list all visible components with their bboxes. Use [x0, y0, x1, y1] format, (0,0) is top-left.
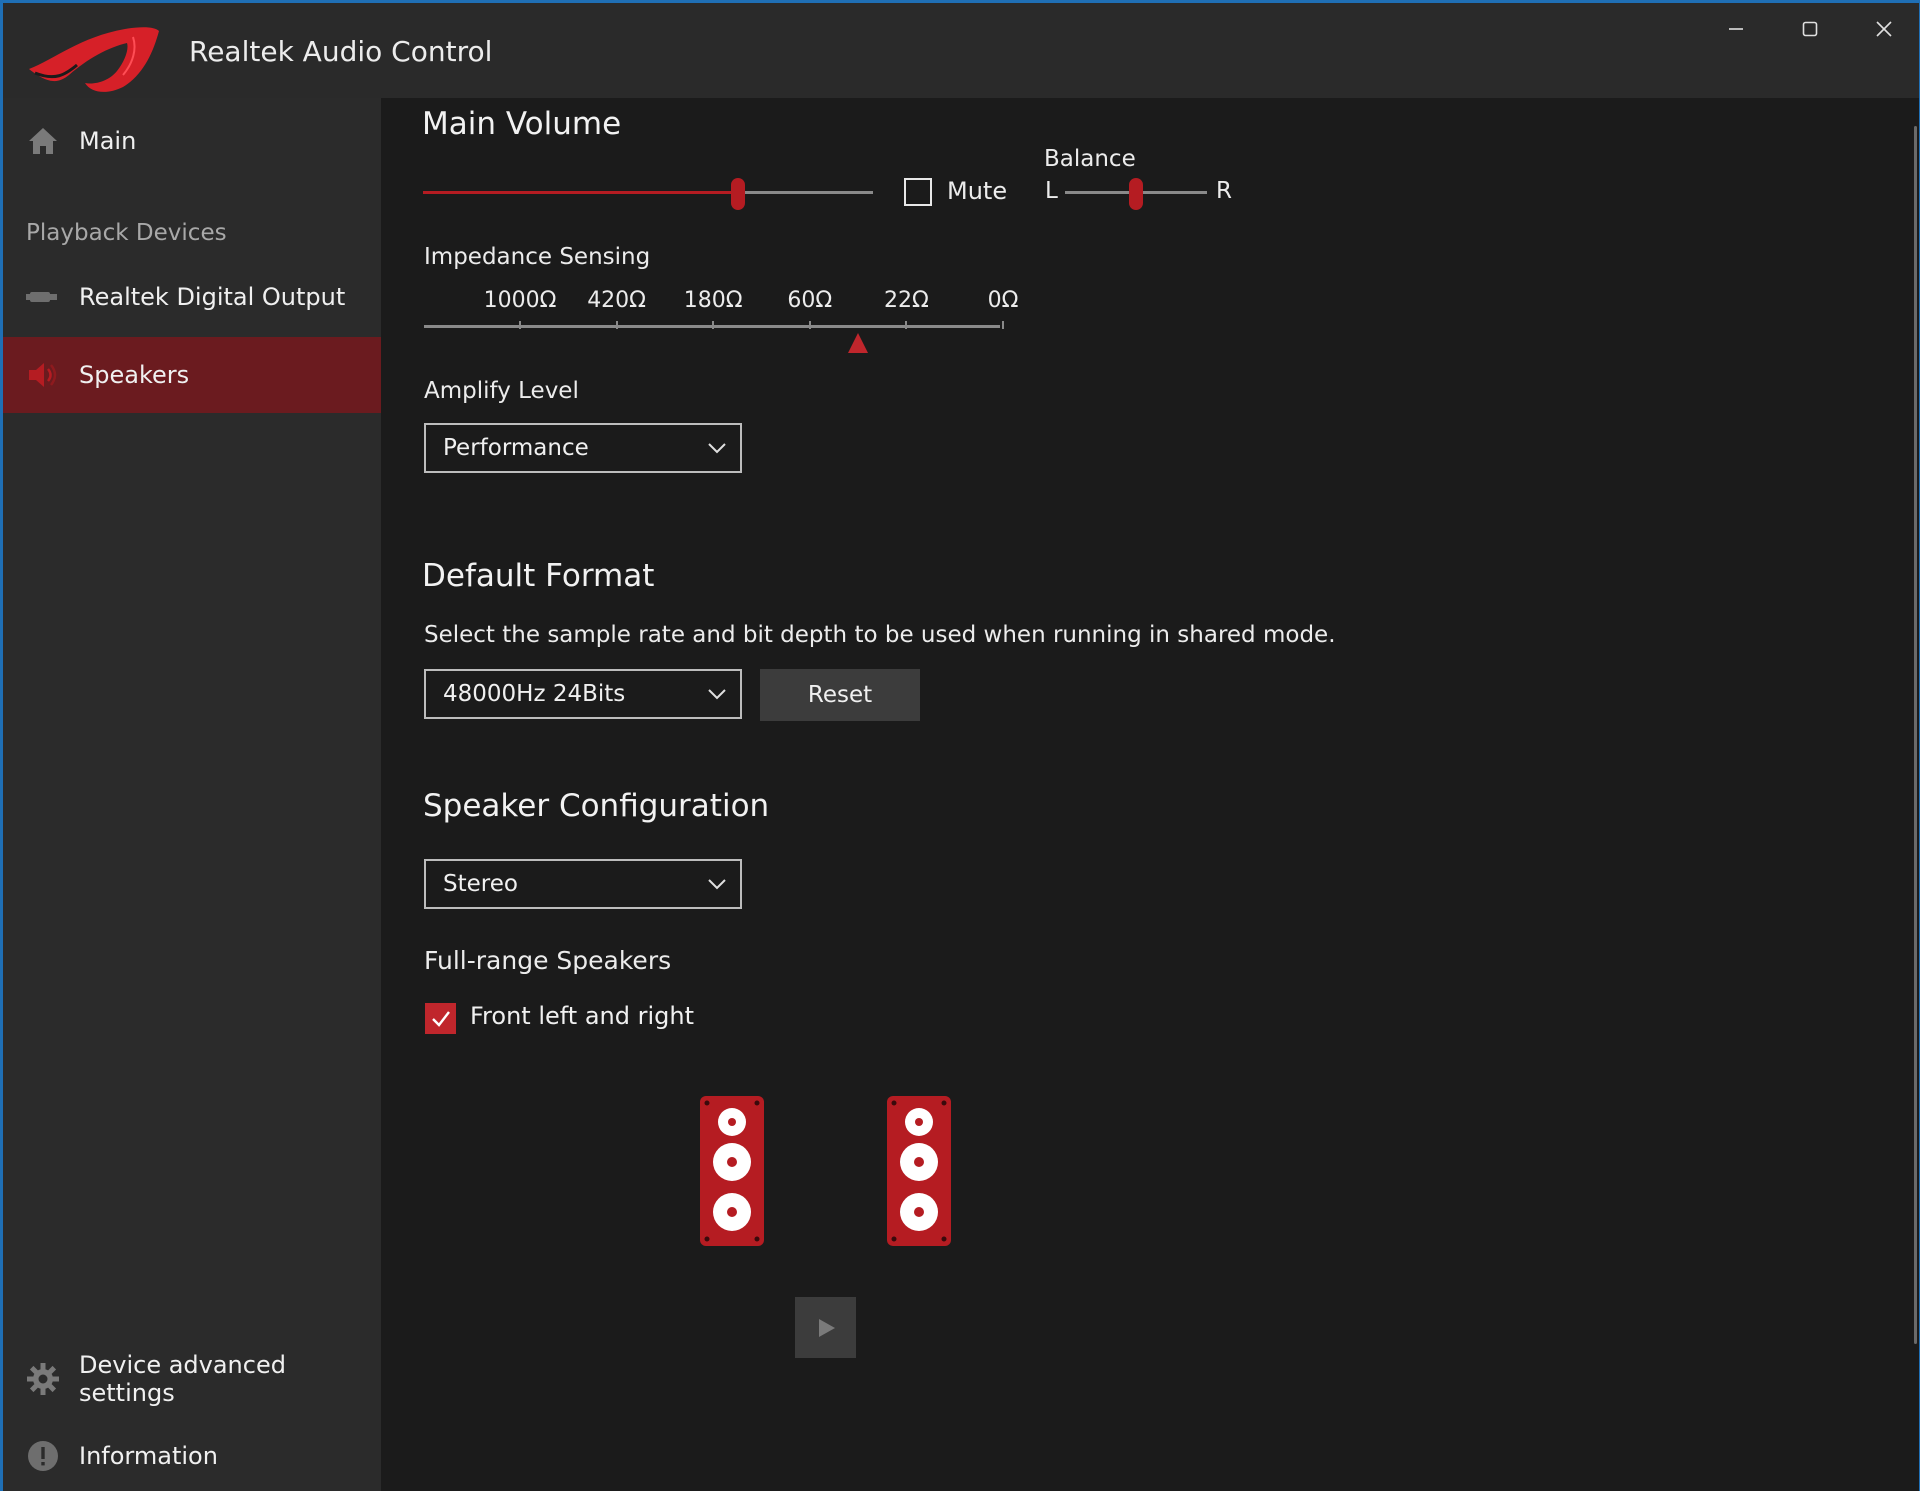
amplify-level-value: Performance [443, 435, 589, 461]
vertical-scrollbar[interactable] [1914, 126, 1917, 1344]
digital-output-icon [26, 292, 57, 302]
impedance-tick-label: 1000Ω [483, 288, 557, 313]
default-format-description: Select the sample rate and bit depth to … [424, 622, 1336, 648]
amplify-level-dropdown[interactable]: Performance [424, 423, 742, 473]
main-volume-slider[interactable] [423, 178, 873, 210]
impedance-marker-icon [848, 333, 869, 353]
checkmark-icon [431, 1010, 450, 1027]
sidebar-item-label: Device advanced settings [79, 1351, 286, 1407]
sidebar-item-label: Main [79, 127, 137, 155]
minimize-button[interactable] [1700, 3, 1772, 55]
sidebar-item-label: Realtek Digital Output [79, 283, 346, 311]
close-icon [1876, 21, 1892, 37]
home-icon [29, 128, 57, 154]
impedance-tick [1002, 321, 1004, 329]
front-left-right-checkbox[interactable] [425, 1003, 456, 1034]
play-icon [818, 1318, 835, 1337]
impedance-tick [808, 321, 811, 329]
mute-checkbox[interactable] [904, 178, 932, 206]
balance-label: Balance [1044, 146, 1136, 172]
minimize-icon [1729, 28, 1743, 30]
impedance-tick [519, 321, 521, 329]
volume-track-fill [423, 191, 738, 194]
volume-slider-thumb[interactable] [731, 178, 745, 210]
chevron-down-icon [708, 443, 726, 454]
impedance-scale: 1000Ω 420Ω 180Ω 60Ω 22Ω 0Ω [424, 288, 1018, 353]
main-volume-heading: Main Volume [422, 106, 622, 142]
sidebar: Main Playback Devices Realtek Digital Ou… [3, 98, 381, 1491]
sample-rate-value: 48000Hz 24Bits [443, 681, 626, 707]
main-content: Main Volume Mute Balance L R Impedance S… [381, 98, 1919, 1491]
front-left-speaker-icon[interactable] [699, 1095, 765, 1247]
impedance-tick-label: 420Ω [587, 288, 646, 313]
impedance-sensing-label: Impedance Sensing [424, 244, 651, 270]
gear-icon [27, 1363, 59, 1395]
play-test-button[interactable] [795, 1297, 856, 1358]
title-bar: Realtek Audio Control [3, 3, 1919, 98]
balance-slider-thumb[interactable] [1129, 178, 1143, 210]
app-window: Realtek Audio Control Main Playback Devi… [3, 3, 1919, 1491]
speaker-configuration-value: Stereo [443, 871, 518, 897]
chevron-down-icon [708, 689, 726, 700]
speaker-configuration-dropdown[interactable]: Stereo [424, 859, 742, 909]
default-format-heading: Default Format [422, 558, 655, 594]
impedance-tick-label: 60Ω [787, 288, 833, 313]
impedance-tick-label: 180Ω [683, 288, 743, 313]
sidebar-item-label: Information [79, 1442, 218, 1470]
amplify-level-label: Amplify Level [424, 378, 579, 404]
speaker-configuration-heading: Speaker Configuration [423, 788, 770, 824]
maximize-icon [1802, 21, 1818, 37]
impedance-tick [615, 321, 618, 329]
close-button[interactable] [1848, 3, 1919, 55]
rog-logo-icon [29, 27, 159, 92]
front-left-right-label: Front left and right [470, 1002, 695, 1030]
sidebar-item-label: Speakers [79, 361, 190, 389]
sidebar-item-digital-output[interactable]: Realtek Digital Output [3, 261, 381, 333]
chevron-down-icon [708, 879, 726, 890]
impedance-tick [905, 321, 908, 329]
sidebar-item-advanced-settings[interactable]: Device advanced settings [3, 1343, 381, 1415]
sidebar-item-main[interactable]: Main [3, 105, 381, 177]
speaker-icon [29, 363, 57, 387]
balance-slider[interactable] [1065, 178, 1207, 210]
sidebar-item-information[interactable]: Information [3, 1420, 381, 1491]
impedance-tick [712, 321, 715, 329]
info-icon [28, 1441, 58, 1471]
impedance-tick-label: 0Ω [987, 288, 1019, 313]
front-right-speaker-icon[interactable] [886, 1095, 952, 1247]
sidebar-item-speakers[interactable]: Speakers [3, 337, 381, 413]
reset-button[interactable]: Reset [760, 669, 920, 721]
balance-right-label: R [1216, 178, 1232, 204]
mute-label: Mute [947, 177, 1008, 205]
balance-left-label: L [1045, 178, 1058, 204]
sample-rate-dropdown[interactable]: 48000Hz 24Bits [424, 669, 742, 719]
full-range-speakers-label: Full-range Speakers [424, 946, 672, 975]
maximize-button[interactable] [1774, 3, 1846, 55]
impedance-tick-label: 22Ω [883, 288, 929, 313]
playback-devices-label: Playback Devices [26, 220, 227, 246]
app-title: Realtek Audio Control [189, 35, 493, 68]
